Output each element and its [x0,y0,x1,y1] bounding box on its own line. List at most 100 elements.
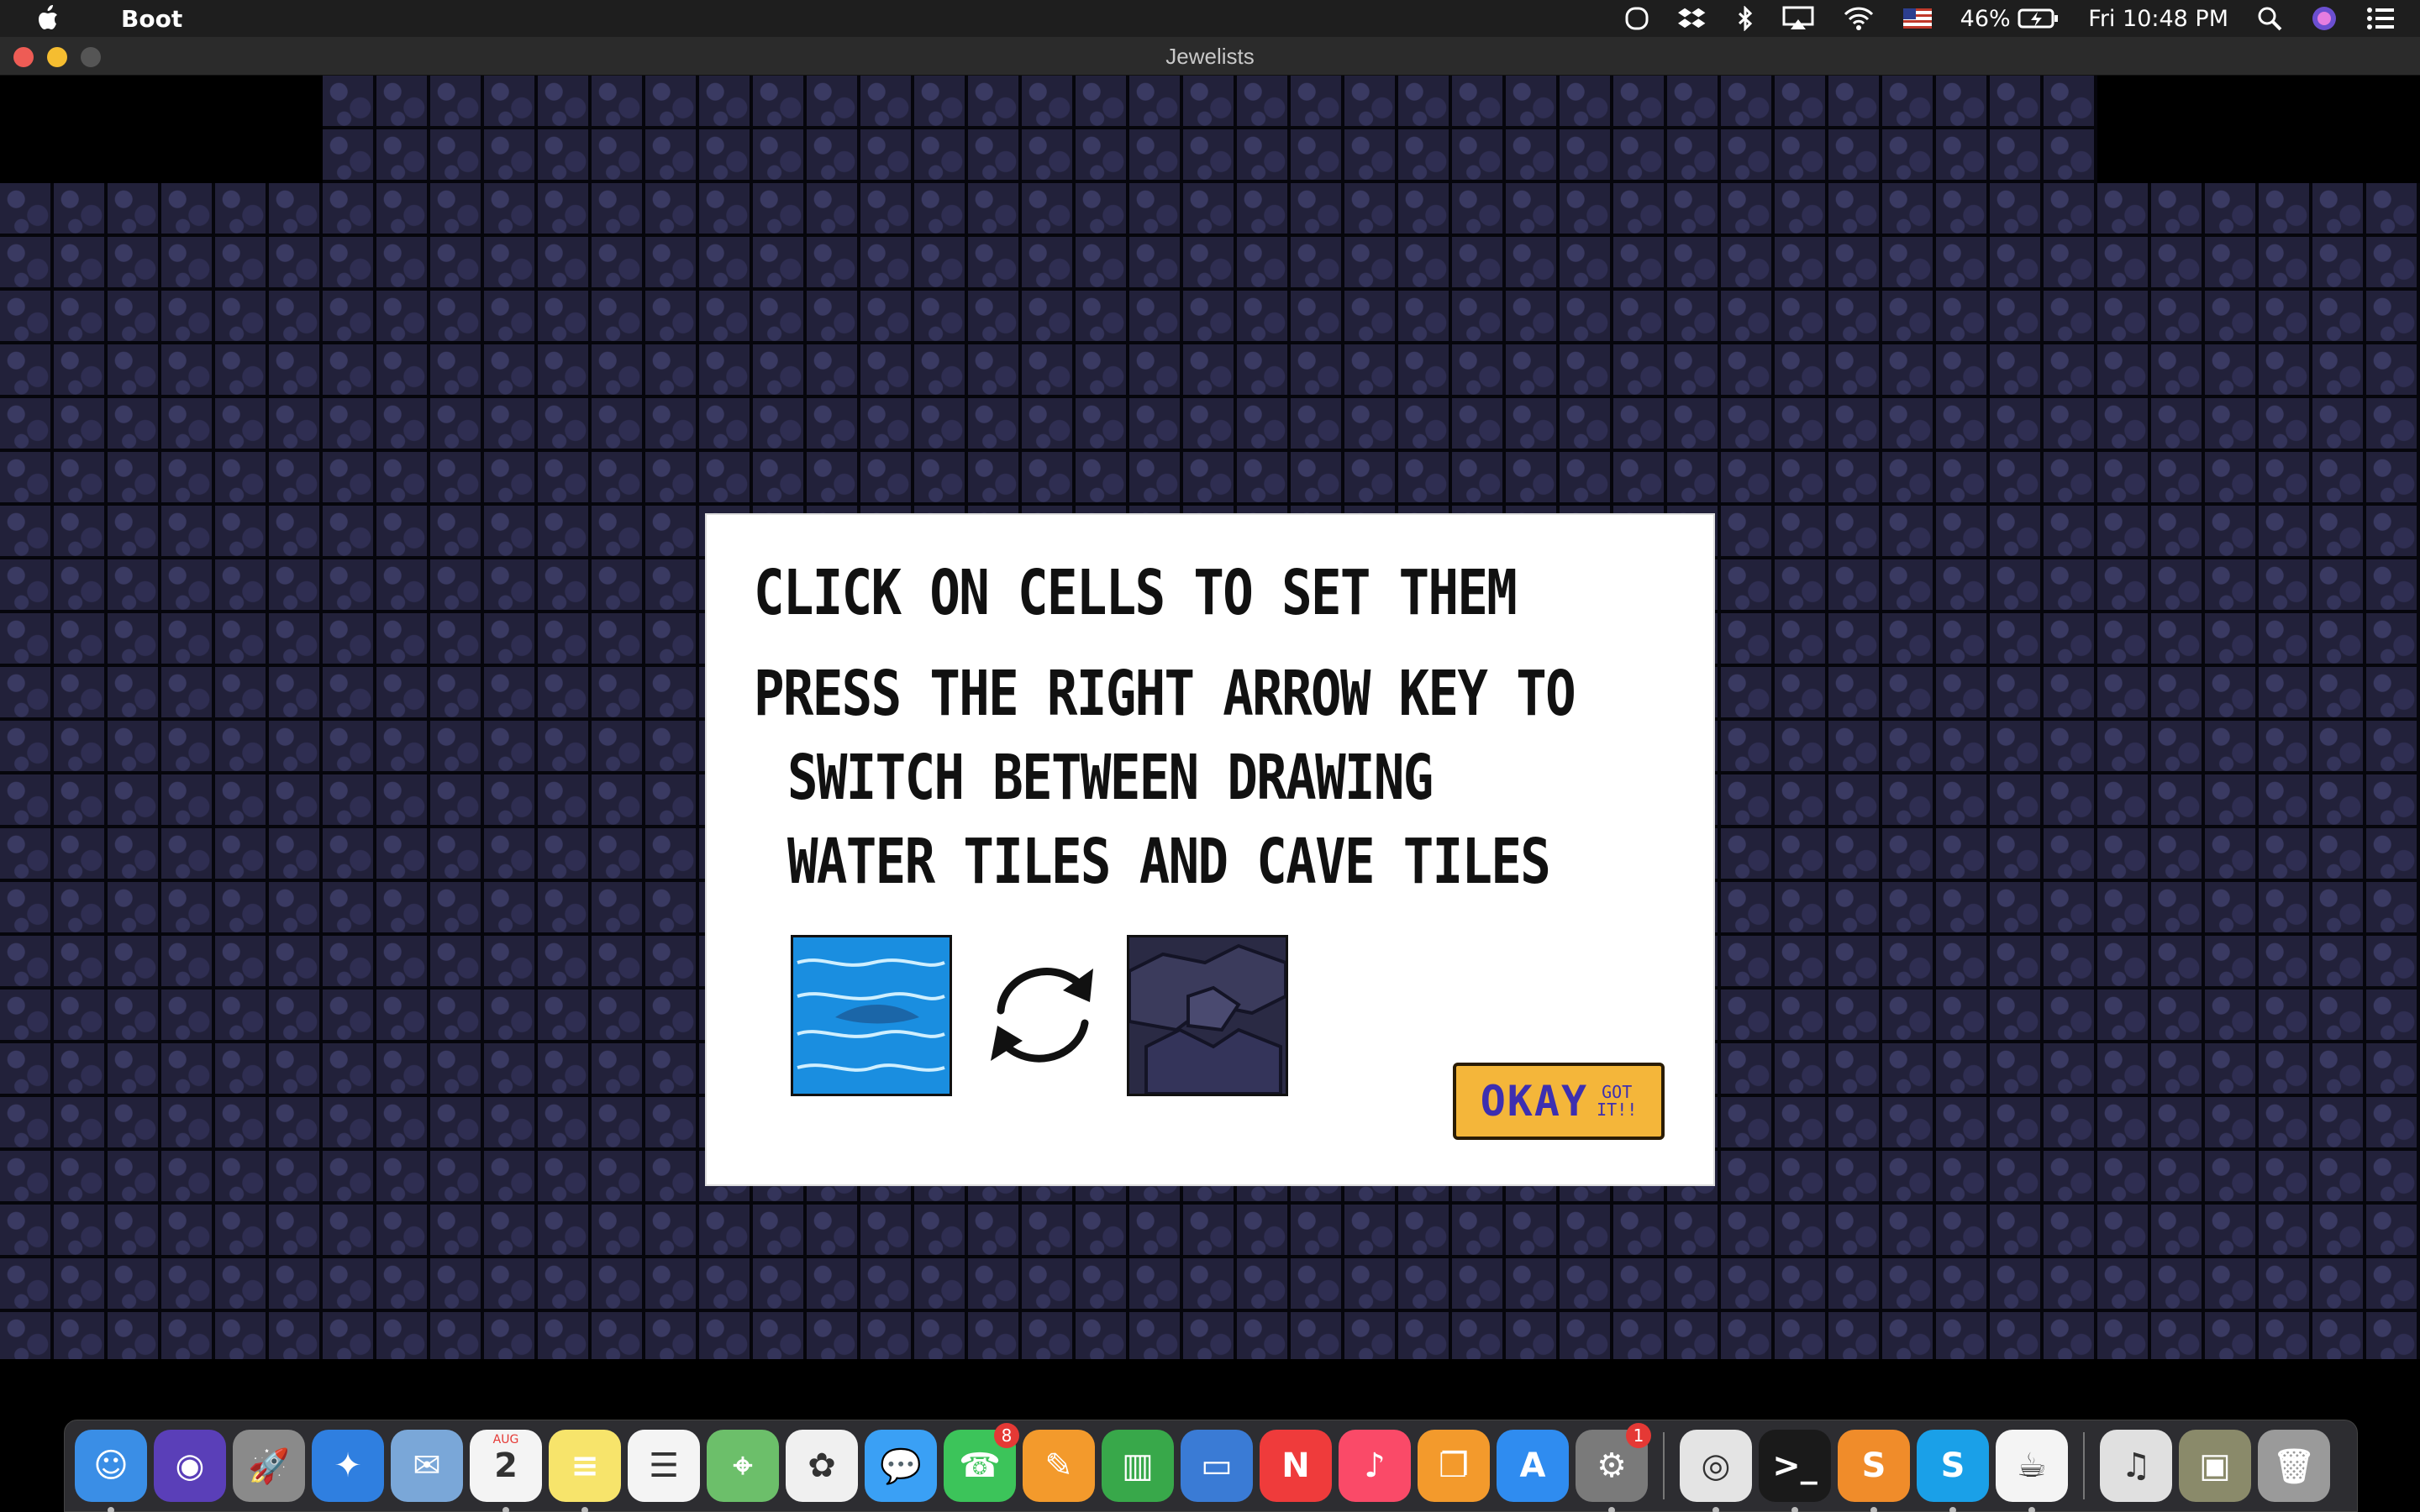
dock-launchpad-icon[interactable]: 🚀 [233,1430,305,1502]
dock-app-store-icon[interactable]: A [1497,1430,1569,1502]
dock-safari-icon[interactable]: ✦ [312,1430,384,1502]
dock-chrome-icon[interactable]: ◎ [1680,1430,1752,1512]
it-text: IT!! [1597,1100,1638,1120]
running-indicator [1870,1507,1877,1512]
dock-glyph: ⚙ [1597,1446,1627,1485]
app-name-menu[interactable]: Boot [121,5,182,33]
dock-system-preferences-icon[interactable]: ⚙ 1 [1576,1423,1651,1512]
notification-center-icon[interactable] [2366,0,2395,37]
dock-glyph: 🚀 [248,1446,290,1486]
dock-glyph: ▭ [1201,1446,1233,1485]
notification-badge: 8 [994,1423,1019,1448]
clock[interactable]: Fri 10:48 PM [2088,0,2228,37]
instruction-line-3: SWITCH BETWEEN DRAWING [787,742,1434,814]
dock-glyph: ◉ [175,1446,205,1485]
running-indicator [581,1507,588,1512]
dock-glyph: ▥ [1122,1446,1154,1485]
dock-siri-icon[interactable]: ◉ [154,1430,226,1502]
airplay-icon[interactable] [1782,0,1814,37]
dock-maps-icon[interactable]: ⌖ [707,1430,779,1502]
game-canvas[interactable]: CLICK ON CELLS TO SET THEM PRESS THE RIG… [0,76,2420,1361]
dock-finder-icon[interactable]: ☺ [75,1430,147,1512]
running-indicator [1949,1507,1956,1512]
dock-glyph: ✦ [334,1446,362,1485]
swap-arrows-icon [991,968,1093,1063]
dock-glyph: ▣ [2199,1446,2231,1485]
dock-glyph: ☰ [649,1446,679,1485]
instruction-line-1: CLICK ON CELLS TO SET THEM [754,557,1518,629]
dock-books-icon[interactable]: ❐ [1418,1430,1490,1502]
instruction-line-2: PRESS THE RIGHT ARROW KEY TO [754,658,1576,730]
instructions-dialog: CLICK ON CELLS TO SET THEM PRESS THE RIG… [705,513,1715,1186]
spotlight-search-icon[interactable] [2257,0,2282,37]
window-title: Jewelists [1165,44,1255,69]
dock-pages-icon[interactable]: ✎ [1023,1430,1095,1502]
apple-menu-icon[interactable] [32,3,62,34]
dock-terminal-icon[interactable]: >_ [1759,1430,1831,1512]
dock-music-file-icon[interactable]: ♫ [2100,1430,2172,1502]
dock-glyph: 2 [494,1446,518,1485]
dock-glyph: ❐ [1439,1446,1469,1485]
dock-screenshot-stack-icon[interactable]: ▣ [2179,1430,2251,1502]
dock-news-icon[interactable]: N [1260,1430,1332,1502]
notification-badge: 1 [1626,1423,1651,1448]
dock-trash-icon[interactable]: 🗑 [2258,1430,2330,1502]
dock-glyph: S [1940,1446,1965,1485]
dock-music-icon[interactable]: ♪ [1339,1430,1411,1502]
dock-glyph: ♫ [2121,1446,2151,1485]
dock-glyph: ≡ [571,1446,599,1485]
dock-messages-icon[interactable]: 💬 [865,1430,937,1502]
dock-calendar-icon[interactable]: 2 AUG [470,1430,542,1512]
got-it-label: GOT IT!! [1597,1084,1637,1119]
dock-notes-icon[interactable]: ≡ [549,1430,621,1512]
shape-status-icon[interactable] [1624,0,1649,37]
tile-grid-top-band[interactable] [323,76,2097,183]
dock-glyph: S [1861,1446,1886,1485]
menu-bar: Boot 46% Fri 10:48 PM [0,0,2420,37]
dock-separator [1663,1432,1665,1499]
okay-got-it-button[interactable]: OKAY GOT IT!! [1453,1063,1665,1140]
dock-glyph: ☎ [959,1446,1001,1485]
water-tile-swatch [791,935,952,1096]
dock-glyph: N [1281,1446,1310,1485]
dock-facetime-icon[interactable]: ☎ 8 [944,1423,1019,1502]
okay-button-label: OKAY [1480,1077,1589,1126]
window-title-bar: Jewelists [0,37,2420,76]
dock-numbers-icon[interactable]: ▥ [1102,1430,1174,1502]
battery-percent[interactable]: 46% [1960,0,2060,37]
dock-glyph: ♪ [1364,1446,1386,1485]
dock-glyph: 🗑 [2272,1446,2316,1486]
cave-tile-swatch [1127,935,1288,1096]
running-indicator [108,1507,114,1512]
dock-mail-app-icon[interactable]: ✉ [391,1430,463,1502]
running-indicator [502,1507,509,1512]
dock: ☺ ◉ 🚀 ✦ ✉ 2 AUG ≡ ☰ ⌖ ✿ 💬 ☎ 8 ✎ ▥ ▭ N ♪ ❐ A ⚙ 1 ◎ >_ S S ☕ ♫ ▣ 🗑 [64,1420,2358,1512]
running-indicator [1712,1507,1719,1512]
dock-glyph: ✎ [1044,1446,1073,1485]
calendar-month: AUG [492,1433,519,1446]
dock-glyph: ✉ [413,1446,441,1485]
running-indicator [1791,1507,1798,1512]
dock-glyph: ◎ [1701,1446,1731,1485]
dock-glyph: ⌖ [733,1446,753,1485]
dock-glyph: ☺ [93,1446,129,1485]
dock-keynote-icon[interactable]: ▭ [1181,1430,1253,1502]
dock-reminders-icon[interactable]: ☰ [628,1430,700,1502]
dock-photos-icon[interactable]: ✿ [786,1430,858,1502]
running-indicator [2028,1507,2035,1512]
dock-glyph: 💬 [880,1446,922,1486]
siri-icon[interactable] [2311,0,2338,37]
dock-glyph: >_ [1772,1446,1818,1485]
dock-separator [2083,1432,2085,1499]
dock-skype-icon[interactable]: S [1917,1430,1989,1512]
battery-text: 46% [1960,5,2011,32]
dock-glyph: ✿ [808,1446,836,1485]
dock-sublime-text-icon[interactable]: S [1838,1430,1910,1512]
dock-java-icon[interactable]: ☕ [1996,1430,2068,1512]
dropbox-icon[interactable] [1677,0,1708,37]
wifi-icon[interactable] [1843,0,1875,37]
bluetooth-icon[interactable] [1737,0,1754,37]
running-indicator [1608,1507,1615,1512]
us-flag-icon[interactable] [1902,0,1932,37]
dock-area: ☺ ◉ 🚀 ✦ ✉ 2 AUG ≡ ☰ ⌖ ✿ 💬 ☎ 8 ✎ ▥ ▭ N ♪ ❐ A ⚙ 1 ◎ >_ S S ☕ ♫ ▣ 🗑 [0,1361,2420,1512]
